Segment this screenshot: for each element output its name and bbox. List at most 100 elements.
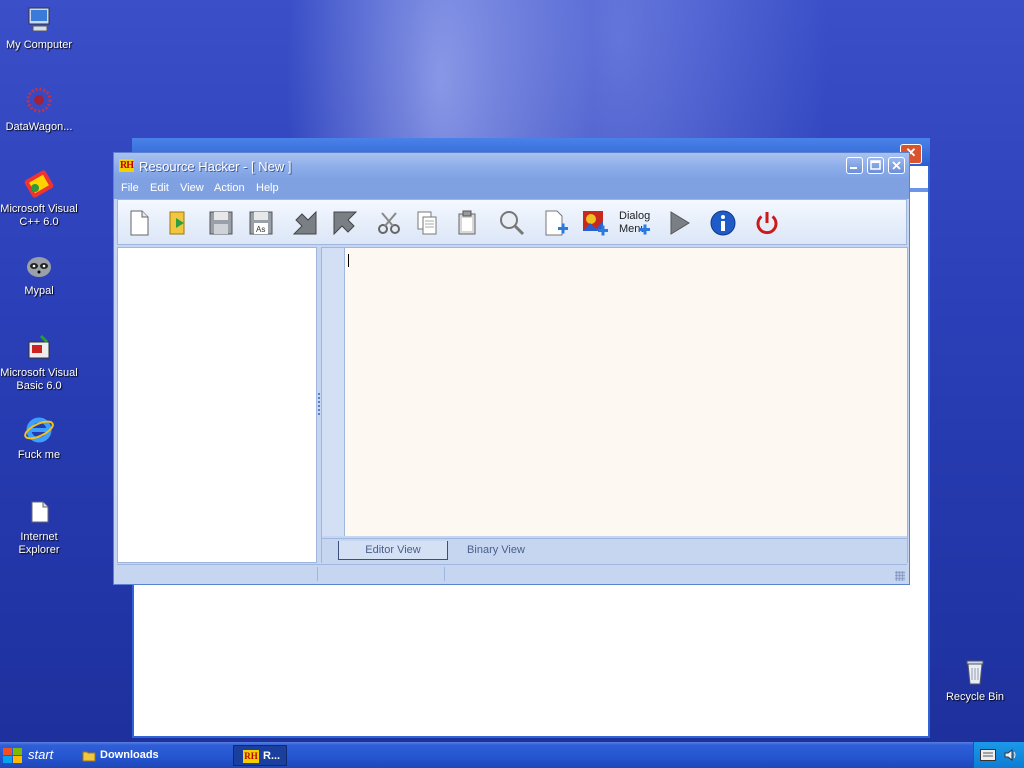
save-as-disk-icon: As <box>249 211 273 235</box>
speaker-icon[interactable] <box>1004 748 1018 762</box>
desktop-icon-visual-cpp[interactable]: Microsoft Visual C++ 6.0 <box>0 168 78 229</box>
find-button[interactable] <box>496 208 526 238</box>
tab-binary-view[interactable]: Binary View <box>454 541 538 559</box>
start-label: start <box>28 747 54 762</box>
resource-hacker-logo-icon: RH <box>119 159 134 172</box>
keyboard-icon[interactable] <box>980 749 996 761</box>
new-file-icon <box>130 210 149 236</box>
document-icon <box>23 496 55 528</box>
desktop-icon-label: My Computer <box>5 39 73 51</box>
desktop-icon-label: Microsoft Visual C++ 6.0 <box>0 203 78 228</box>
resource-hacker-taskbar-icon: RH <box>243 750 259 763</box>
dialog-menu-icon: Dialog Menu <box>619 210 650 235</box>
menu-file[interactable]: File <box>121 182 139 194</box>
desktop-icon-mypal[interactable]: Mypal <box>0 250 78 298</box>
resource-tree-pane[interactable] <box>117 247 317 563</box>
maximize-icon <box>870 160 881 170</box>
dialog-menu-label-1: Dialog <box>619 210 650 222</box>
add-image-icon <box>583 211 608 236</box>
recycle-bin-icon <box>959 656 991 688</box>
add-page-icon <box>545 210 568 236</box>
add-resource-button[interactable] <box>540 208 570 238</box>
cut-button[interactable] <box>374 208 404 238</box>
taskbar-item-resource-hacker[interactable]: RH R... <box>233 745 287 766</box>
status-divider <box>317 567 318 581</box>
dialog-menu-button[interactable]: Dialog Menu <box>618 208 654 238</box>
script-editor[interactable] <box>345 248 907 536</box>
copy-button[interactable] <box>412 208 442 238</box>
svg-text:As: As <box>256 225 265 234</box>
power-icon <box>756 212 778 235</box>
status-divider <box>444 567 445 581</box>
copy-icon <box>417 211 437 235</box>
menu-action[interactable]: Action <box>214 182 245 194</box>
desktop-icon-internet-explorer[interactable]: Internet Explorer <box>0 496 78 557</box>
desktop-icon-label: Fuck me <box>17 449 61 461</box>
line-number-gutter <box>322 248 345 536</box>
run-button[interactable] <box>664 208 694 238</box>
save-button[interactable] <box>206 208 236 238</box>
taskbar: start Downloads RH R... <box>0 742 1024 768</box>
info-icon <box>710 210 736 236</box>
desktop-icon-label: Mypal <box>24 285 54 297</box>
visual-basic-icon <box>23 332 55 364</box>
resource-hacker-window: RH Resource Hacker - [ New ] File Edit V… <box>113 152 910 585</box>
arrow-export-icon <box>333 211 358 236</box>
taskbar-item-label: R... <box>263 750 281 762</box>
paste-clipboard-icon <box>458 210 476 235</box>
splitter-grip <box>318 393 320 417</box>
maximize-button[interactable] <box>867 157 884 174</box>
menubar: File Edit View Action Help <box>114 179 909 199</box>
start-button[interactable]: start <box>0 742 68 768</box>
statusbar <box>117 564 907 583</box>
close-icon <box>892 161 901 170</box>
background-window-strip <box>910 168 928 188</box>
paste-button[interactable] <box>452 208 482 238</box>
add-image-button[interactable] <box>580 208 610 238</box>
system-tray <box>973 742 1024 768</box>
desktop-icon-my-computer[interactable]: My Computer <box>0 4 78 52</box>
menu-edit[interactable]: Edit <box>150 182 169 194</box>
exit-button[interactable] <box>752 208 782 238</box>
taskbar-item-label: Downloads <box>100 749 159 761</box>
about-button[interactable] <box>708 208 738 238</box>
arrow-import-icon <box>292 210 317 235</box>
tab-editor-view[interactable]: Editor View <box>338 541 448 560</box>
export-button[interactable] <box>330 208 360 238</box>
save-disk-icon <box>209 211 233 235</box>
internet-explorer-icon <box>23 414 55 446</box>
play-icon <box>670 211 690 235</box>
desktop-icon-visual-basic[interactable]: Microsoft Visual Basic 6.0 <box>0 332 78 393</box>
open-button[interactable] <box>164 208 194 238</box>
import-button[interactable] <box>290 208 320 238</box>
search-icon <box>500 211 525 236</box>
desktop-icon-recycle-bin[interactable]: Recycle Bin <box>936 656 1014 704</box>
computer-icon <box>23 4 55 36</box>
desktop-icon-label: Microsoft Visual Basic 6.0 <box>0 367 78 392</box>
menu-view[interactable]: View <box>180 182 204 194</box>
taskbar-item-downloads[interactable]: Downloads <box>80 745 220 766</box>
minimize-icon <box>850 167 857 169</box>
desktop-icon-label: DataWagon... <box>5 121 73 133</box>
save-as-button[interactable]: As <box>246 208 276 238</box>
editor-frame: Editor View Binary View <box>321 247 908 563</box>
raccoon-icon <box>23 250 55 282</box>
toolbar: As Dialog Menu <box>117 199 907 245</box>
window-title: Resource Hacker - [ New ] <box>139 159 292 174</box>
new-button[interactable] <box>124 208 154 238</box>
folder-icon <box>82 751 96 762</box>
resize-grip[interactable] <box>895 571 905 581</box>
desktop-icon-label: Internet Explorer <box>18 531 60 556</box>
desktop-icon-datawagon[interactable]: DataWagon... <box>0 86 78 134</box>
view-tabs: Editor View Binary View <box>322 538 907 563</box>
menu-help[interactable]: Help <box>256 182 279 194</box>
window-titlebar[interactable]: RH Resource Hacker - [ New ] <box>114 153 909 179</box>
datawagon-icon <box>23 86 55 118</box>
visual-cpp-icon <box>23 168 55 200</box>
close-button[interactable] <box>888 157 905 174</box>
minimize-button[interactable] <box>846 157 863 174</box>
desktop-icon-fake-ie[interactable]: Fuck me <box>0 414 78 462</box>
text-caret <box>348 254 349 267</box>
windows-flag-icon <box>3 748 22 763</box>
open-folder-icon <box>169 211 185 235</box>
